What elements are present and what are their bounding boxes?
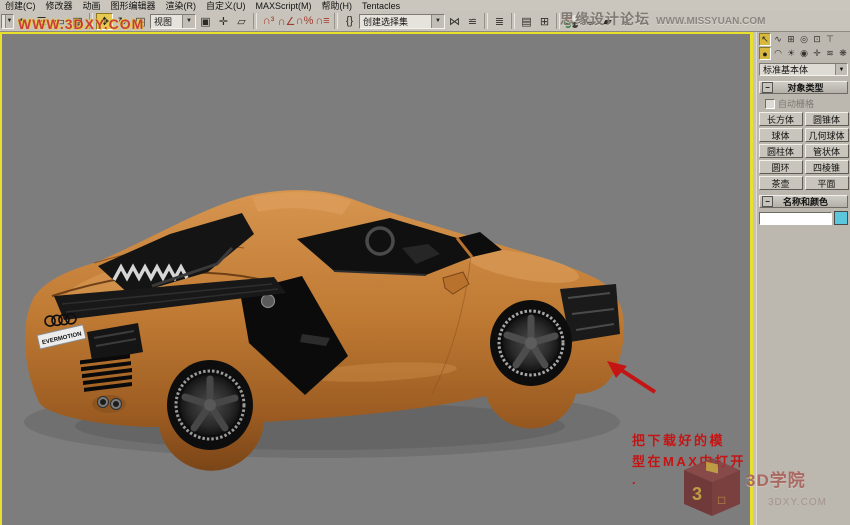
tab-display-icon[interactable]: ⊡: [811, 33, 823, 46]
category-cameras-icon[interactable]: ◉: [798, 47, 810, 60]
menu-item-8[interactable]: Tentacles: [357, 1, 405, 11]
use-pivot-point-center-icon[interactable]: ▣: [197, 12, 214, 30]
collapse-icon[interactable]: −: [762, 82, 773, 93]
category-lights-icon[interactable]: ☀: [785, 47, 797, 60]
object-color-swatch[interactable]: [834, 211, 848, 225]
autogrid-checkbox[interactable]: [765, 98, 775, 109]
named-selection-set-dropdown[interactable]: 创建选择集 ▼: [359, 13, 445, 29]
perspective-viewport[interactable]: EVERMOTION 把下载好的模 型在MAX中打开 .: [0, 32, 753, 525]
rollout-name-color-title: 名称和颜色: [782, 197, 828, 207]
snap-toggle-3d-icon[interactable]: ∩³: [260, 12, 277, 30]
create-category-icons: ● ◠ ☀ ◉ ✛ ≋ ❋: [757, 46, 850, 60]
schematic-view-icon[interactable]: ⊞: [536, 12, 553, 30]
category-helpers-icon[interactable]: ✛: [811, 47, 823, 60]
rollout-object-type[interactable]: − 对象类型: [759, 81, 848, 94]
autogrid-row: 自动栅格: [765, 97, 850, 110]
object-name-input[interactable]: [759, 211, 832, 225]
fuel-cap: [260, 293, 276, 309]
toolbar-separator: [253, 12, 257, 29]
rear-wheel: [167, 360, 253, 450]
svg-text:□: □: [718, 493, 725, 507]
tab-utilities-icon[interactable]: ⊤: [824, 33, 836, 46]
align-icon[interactable]: ≌: [464, 12, 481, 30]
watermark-missyuan-en: WWW.MISSYUAN.COM: [656, 16, 766, 27]
reference-coordinate-value: 视图: [154, 16, 173, 27]
tab-hierarchy-icon[interactable]: ⊞: [785, 33, 797, 46]
autogrid-label: 自动栅格: [778, 99, 815, 109]
chevron-down-icon[interactable]: ▼: [182, 14, 195, 28]
category-shapes-icon[interactable]: ◠: [772, 47, 784, 60]
primitive-type-value: 标准基本体: [763, 65, 809, 75]
category-space-warps-icon[interactable]: ≋: [824, 47, 836, 60]
command-panel-tabs: ↖ ∿ ⊞ ◎ ⊡ ⊤: [757, 32, 850, 46]
primitive-button-r2c0[interactable]: 圆柱体: [758, 144, 803, 158]
chevron-down-icon[interactable]: ▼: [835, 64, 847, 75]
logo-title: 3D学院: [746, 471, 806, 490]
primitive-button-r4c1[interactable]: 平面: [804, 176, 849, 190]
tab-modify-icon[interactable]: ∿: [772, 33, 784, 46]
category-systems-icon[interactable]: ❋: [837, 47, 849, 60]
name-color-row: [759, 211, 848, 225]
primitive-button-r2c1[interactable]: 管状体: [804, 144, 849, 158]
category-geometry-icon[interactable]: ●: [759, 47, 771, 60]
svg-text:3: 3: [692, 484, 702, 504]
logo-subtitle: 3DXY.COM: [768, 497, 827, 508]
primitive-button-r0c0[interactable]: 长方体: [758, 112, 803, 126]
spinner-snap-icon[interactable]: ∩≡: [314, 12, 331, 30]
collapse-icon[interactable]: −: [762, 196, 773, 207]
angle-snap-icon[interactable]: ∩∠: [278, 12, 295, 30]
toolbar-separator: [484, 12, 488, 29]
watermark-3dxy: WWW.3DXY.COM: [18, 16, 145, 32]
chevron-down-icon[interactable]: ▼: [431, 14, 444, 28]
primitive-buttons-grid: 长方体 圆锥体 球体 几何球体 圆柱体 管状体 圆环 四棱锥 茶壶 平面: [757, 112, 850, 190]
3dsmax-window: 创建(C) 修改器 动画 图形编辑器 渲染(R) 自定义(U) MAXScript(M) 帮助…: [0, 0, 850, 525]
keyboard-override-icon[interactable]: ▱: [233, 12, 250, 30]
toolbar-separator: [334, 12, 338, 29]
primitive-button-r3c1[interactable]: 四棱锥: [804, 160, 849, 174]
primitive-button-r1c1[interactable]: 几何球体: [804, 128, 849, 142]
percent-snap-icon[interactable]: ∩%: [296, 12, 313, 30]
primitive-type-dropdown[interactable]: 标准基本体 ▼: [759, 63, 848, 76]
curve-editor-icon[interactable]: ▤: [518, 12, 535, 30]
tab-create-icon[interactable]: ↖: [759, 33, 771, 46]
primitive-button-r3c0[interactable]: 圆环: [758, 160, 803, 174]
rollout-object-type-title: 对象类型: [787, 83, 824, 93]
primitive-button-r1c0[interactable]: 球体: [758, 128, 803, 142]
annotation-line-1: 把下载好的模: [632, 433, 726, 448]
menu-item-6[interactable]: MAXScript(M): [251, 1, 317, 11]
annotation-arrow: [607, 361, 657, 394]
watermark-missyuan: 思缘设计论坛 WWW.MISSYUAN.COM: [560, 9, 765, 29]
cube-logo-icon: 3 □: [684, 458, 740, 516]
selection-set-value: 创建选择集: [363, 16, 409, 27]
primitive-button-r0c1[interactable]: 圆锥体: [804, 112, 849, 126]
reference-coordinate-dropdown[interactable]: 视图 ▼: [150, 13, 196, 29]
front-wheel: [490, 300, 572, 386]
named-selection-sets-icon[interactable]: {}: [341, 12, 358, 30]
layer-manager-icon[interactable]: ≣: [491, 12, 508, 30]
primitive-button-r4c0[interactable]: 茶壶: [758, 176, 803, 190]
rollout-name-color[interactable]: − 名称和颜色: [759, 195, 848, 208]
toolbar-separator: [511, 12, 515, 29]
command-panel: ↖ ∿ ⊞ ◎ ⊡ ⊤ ● ◠ ☀ ◉ ✛ ≋ ❋ 标准基本体 ▼ − 对象类型 自动栅格 长方体 圆锥…: [756, 32, 850, 525]
tab-motion-icon[interactable]: ◎: [798, 33, 810, 46]
select-and-manipulate-icon[interactable]: ✛: [215, 12, 232, 30]
watermark-3dxy-logo: 3 □ 3D学院 3DXY.COM: [684, 458, 827, 516]
mirror-icon[interactable]: ⋈: [446, 12, 463, 30]
watermark-missyuan-cn: 思缘设计论坛: [560, 11, 650, 27]
toolbar-dropdown-stub[interactable]: ▼: [1, 13, 14, 29]
